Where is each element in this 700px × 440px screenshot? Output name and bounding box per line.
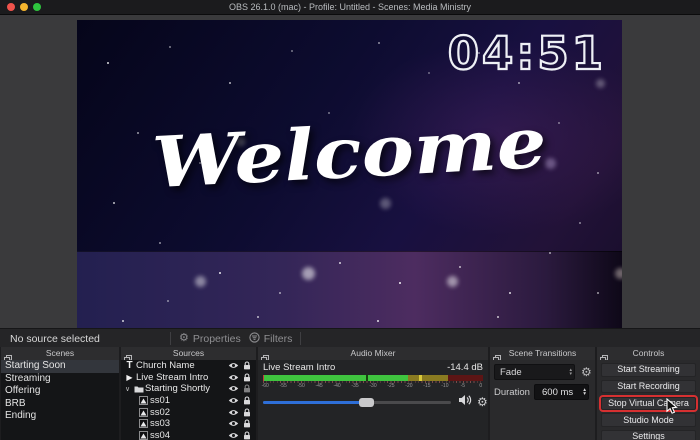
scene-list: Starting Soon Streaming Offering BRB End… <box>1 360 119 440</box>
close-window-button[interactable] <box>7 3 15 11</box>
toolbar-separator <box>170 332 171 345</box>
image-source-icon <box>137 396 150 405</box>
visibility-eye-icon[interactable] <box>227 362 240 369</box>
filters-button[interactable]: Filters <box>249 332 293 346</box>
audio-mixer-panel: Audio Mixer Live Stream Intro -14.4 dB -… <box>258 347 488 440</box>
lock-icon[interactable] <box>240 396 253 405</box>
volume-slider[interactable] <box>263 401 451 404</box>
panel-title: Controls <box>597 347 700 360</box>
source-item[interactable]: ss04 <box>121 430 256 440</box>
minimize-window-button[interactable] <box>20 3 28 11</box>
controls-panel-header[interactable]: Controls <box>597 347 700 361</box>
visibility-eye-icon[interactable] <box>227 409 240 416</box>
visibility-eye-icon[interactable] <box>227 397 240 404</box>
dock-area: Scenes Starting Soon Streaming Offering … <box>0 347 700 440</box>
lock-icon[interactable] <box>240 373 253 382</box>
visibility-eye-icon[interactable] <box>227 385 240 392</box>
audio-settings-gear-icon[interactable]: ⚙ <box>477 396 488 408</box>
sources-panel-header[interactable]: Sources <box>121 347 256 361</box>
scene-item[interactable]: BRB <box>1 398 119 411</box>
text-source-icon: T <box>123 360 136 371</box>
scene-transitions-panel-header[interactable]: Scene Transitions <box>490 347 595 361</box>
visibility-eye-icon[interactable] <box>227 420 240 427</box>
lock-icon[interactable] <box>240 431 253 440</box>
speaker-icon[interactable] <box>458 393 472 411</box>
lock-icon[interactable] <box>240 384 253 393</box>
mouse-cursor <box>666 398 678 420</box>
scene-item[interactable]: Streaming <box>1 373 119 386</box>
scenes-panel: Scenes Starting Soon Streaming Offering … <box>1 347 119 440</box>
audio-mixer-panel-header[interactable]: Audio Mixer <box>258 347 488 361</box>
video-preview[interactable]: Welcome 04:51 <box>77 20 622 328</box>
meter-ruler: -60-55-50-45-40-35-30-25-20-15-10-50 <box>263 381 483 389</box>
volume-slider-handle[interactable] <box>359 398 374 407</box>
toolbar-separator <box>300 332 301 345</box>
audio-level-db: -14.4 dB <box>447 362 483 373</box>
scene-item[interactable]: Offering <box>1 385 119 398</box>
titlebar: OBS 26.1.0 (mac) - Profile: Untitled - S… <box>0 0 700 15</box>
countdown-timer: 04:51 <box>448 27 606 80</box>
properties-button[interactable]: ⚙ Properties <box>179 333 241 345</box>
source-toolbar: No source selected ⚙ Properties Filters <box>0 328 700 348</box>
stop-virtual-camera-button[interactable]: Stop Virtual Camera <box>601 397 696 411</box>
obs-window: OBS 26.1.0 (mac) - Profile: Untitled - S… <box>0 0 700 440</box>
duration-label: Duration <box>494 387 534 398</box>
properties-label: Properties <box>193 333 241 345</box>
image-source-icon <box>137 431 150 440</box>
scene-item[interactable]: Starting Soon <box>1 360 119 373</box>
panel-title: Sources <box>121 347 256 360</box>
filters-label: Filters <box>264 333 293 345</box>
lock-icon[interactable] <box>240 408 253 417</box>
settings-button[interactable]: Settings <box>601 430 696 440</box>
lock-icon[interactable] <box>240 361 253 370</box>
source-item[interactable]: ss02 <box>121 406 256 418</box>
source-item[interactable]: ss01 <box>121 395 256 407</box>
preview-background: Welcome 04:51 <box>0 15 700 328</box>
spinner-arrows-icon[interactable]: ▴▾ <box>583 385 586 399</box>
controls-panel: Controls Start Streaming Start Recording… <box>597 347 700 440</box>
scene-item[interactable]: Ending <box>1 410 119 423</box>
scenes-panel-header[interactable]: Scenes <box>1 347 119 361</box>
scene-transitions-panel: Scene Transitions Fade ▴▾ ⚙ Duration 600… <box>490 347 595 440</box>
source-item[interactable]: T Church Name <box>121 360 256 372</box>
source-item[interactable]: ss03 <box>121 418 256 430</box>
panel-title: Scene Transitions <box>490 347 595 360</box>
filter-icon <box>249 332 260 346</box>
visibility-eye-icon[interactable] <box>227 374 240 381</box>
chevron-down-icon[interactable]: ∨ <box>123 385 132 393</box>
sources-panel: Sources T Church Name ▶ Live Stream Intr… <box>121 347 256 440</box>
gear-icon: ⚙ <box>179 333 189 344</box>
audio-source-name: Live Stream Intro <box>263 362 335 373</box>
source-group-item[interactable]: ∨ Starting Shortly <box>121 383 256 395</box>
source-item[interactable]: ▶ Live Stream Intro <box>121 372 256 384</box>
start-recording-button[interactable]: Start Recording <box>601 380 696 394</box>
visibility-eye-icon[interactable] <box>227 432 240 439</box>
volume-fill <box>263 401 366 404</box>
maximize-window-button[interactable] <box>33 3 41 11</box>
duration-input[interactable]: 600 ms ▴▾ <box>534 384 589 400</box>
studio-mode-button[interactable]: Studio Mode <box>601 413 696 427</box>
status-message: No source selected <box>10 333 100 345</box>
image-source-icon <box>137 419 150 428</box>
group-folder-icon <box>132 385 145 393</box>
start-streaming-button[interactable]: Start Streaming <box>601 363 696 377</box>
transition-select[interactable]: Fade ▴▾ <box>494 364 575 380</box>
window-title: OBS 26.1.0 (mac) - Profile: Untitled - S… <box>0 0 700 14</box>
panel-title: Scenes <box>1 347 119 360</box>
lock-icon[interactable] <box>240 419 253 428</box>
window-controls <box>7 3 41 11</box>
image-source-icon <box>137 408 150 417</box>
media-source-icon: ▶ <box>123 373 136 382</box>
panel-title: Audio Mixer <box>258 347 488 360</box>
select-arrows-icon: ▴▾ <box>569 365 572 379</box>
transition-settings-gear-icon[interactable]: ⚙ <box>581 366 592 378</box>
source-list: T Church Name ▶ Live Stream Intro ∨ Star… <box>121 360 256 440</box>
